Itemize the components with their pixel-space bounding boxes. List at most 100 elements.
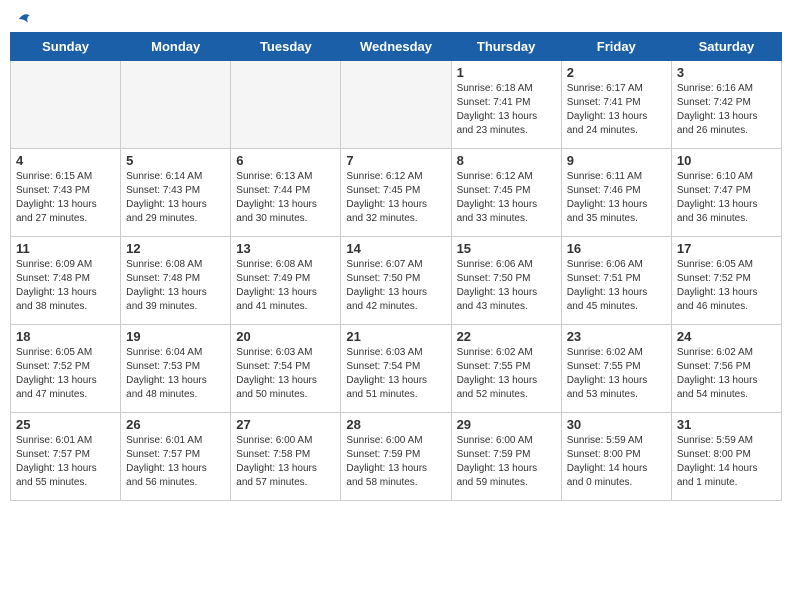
day-number: 30 bbox=[567, 417, 666, 432]
day-info: Sunrise: 6:03 AM Sunset: 7:54 PM Dayligh… bbox=[346, 346, 445, 402]
calendar-cell: 24Sunrise: 6:02 AM Sunset: 7:56 PM Dayli… bbox=[671, 325, 781, 413]
day-info: Sunrise: 6:02 AM Sunset: 7:55 PM Dayligh… bbox=[457, 346, 556, 402]
day-info: Sunrise: 6:03 AM Sunset: 7:54 PM Dayligh… bbox=[236, 346, 335, 402]
day-number: 6 bbox=[236, 153, 335, 168]
day-number: 12 bbox=[126, 241, 225, 256]
day-number: 20 bbox=[236, 329, 335, 344]
day-info: Sunrise: 6:11 AM Sunset: 7:46 PM Dayligh… bbox=[567, 170, 666, 226]
day-number: 4 bbox=[16, 153, 115, 168]
day-info: Sunrise: 6:06 AM Sunset: 7:50 PM Dayligh… bbox=[457, 258, 556, 314]
calendar-cell bbox=[231, 61, 341, 149]
day-number: 26 bbox=[126, 417, 225, 432]
day-number: 2 bbox=[567, 65, 666, 80]
calendar-cell: 11Sunrise: 6:09 AM Sunset: 7:48 PM Dayli… bbox=[11, 237, 121, 325]
calendar-cell: 30 Sunrise: 5:59 AM Sunset: 8:00 PM Dayli… bbox=[561, 413, 671, 501]
calendar-cell: 4 Sunrise: 6:15 AM Sunset: 7:43 PM Daylig… bbox=[11, 149, 121, 237]
calendar-cell: 5 Sunrise: 6:14 AM Sunset: 7:43 PM Daylig… bbox=[121, 149, 231, 237]
calendar-cell: 10 Sunrise: 6:10 AM Sunset: 7:47 PM Dayli… bbox=[671, 149, 781, 237]
day-info: Sunrise: 6:16 AM Sunset: 7:42 PM Dayligh… bbox=[677, 82, 776, 138]
logo bbox=[15, 10, 35, 24]
calendar-table: SundayMondayTuesdayWednesdayThursdayFrid… bbox=[10, 32, 782, 501]
day-number: 1 bbox=[457, 65, 556, 80]
calendar-cell: 2 Sunrise: 6:17 AM Sunset: 7:41 PM Daylig… bbox=[561, 61, 671, 149]
calendar-cell: 29 Sunrise: 6:00 AM Sunset: 7:59 PM Dayli… bbox=[451, 413, 561, 501]
day-info: Sunrise: 5:59 AM Sunset: 8:00 PM Dayligh… bbox=[677, 434, 776, 490]
day-info: Sunrise: 6:12 AM Sunset: 7:45 PM Dayligh… bbox=[457, 170, 556, 226]
calendar-cell: 23 Sunrise: 6:02 AM Sunset: 7:55 PM Dayli… bbox=[561, 325, 671, 413]
calendar-header-row: SundayMondayTuesdayWednesdayThursdayFrid… bbox=[11, 33, 782, 61]
day-header-thursday: Thursday bbox=[451, 33, 561, 61]
page-header bbox=[10, 10, 782, 24]
calendar-cell: 6 Sunrise: 6:13 AM Sunset: 7:44 PM Daylig… bbox=[231, 149, 341, 237]
day-number: 17 bbox=[677, 241, 776, 256]
calendar-cell: 28 Sunrise: 6:00 AM Sunset: 7:59 PM Dayli… bbox=[341, 413, 451, 501]
day-number: 13 bbox=[236, 241, 335, 256]
calendar-cell bbox=[121, 61, 231, 149]
calendar-cell: 16Sunrise: 6:06 AM Sunset: 7:51 PM Dayli… bbox=[561, 237, 671, 325]
day-info: Sunrise: 6:02 AM Sunset: 7:55 PM Dayligh… bbox=[567, 346, 666, 402]
day-number: 23 bbox=[567, 329, 666, 344]
week-row-5: 25 Sunrise: 6:01 AM Sunset: 7:57 PM Dayli… bbox=[11, 413, 782, 501]
calendar-cell: 7Sunrise: 6:12 AM Sunset: 7:45 PM Daylig… bbox=[341, 149, 451, 237]
calendar-cell: 31Sunrise: 5:59 AM Sunset: 8:00 PM Dayli… bbox=[671, 413, 781, 501]
calendar-cell: 13 Sunrise: 6:08 AM Sunset: 7:49 PM Dayli… bbox=[231, 237, 341, 325]
day-number: 25 bbox=[16, 417, 115, 432]
calendar-cell: 8Sunrise: 6:12 AM Sunset: 7:45 PM Daylig… bbox=[451, 149, 561, 237]
day-info: Sunrise: 6:09 AM Sunset: 7:48 PM Dayligh… bbox=[16, 258, 115, 314]
day-number: 19 bbox=[126, 329, 225, 344]
day-info: Sunrise: 6:01 AM Sunset: 7:57 PM Dayligh… bbox=[126, 434, 225, 490]
calendar-cell: 14 Sunrise: 6:07 AM Sunset: 7:50 PM Dayli… bbox=[341, 237, 451, 325]
calendar-cell: 17 Sunrise: 6:05 AM Sunset: 7:52 PM Dayli… bbox=[671, 237, 781, 325]
day-header-sunday: Sunday bbox=[11, 33, 121, 61]
day-info: Sunrise: 6:18 AM Sunset: 7:41 PM Dayligh… bbox=[457, 82, 556, 138]
day-info: Sunrise: 6:10 AM Sunset: 7:47 PM Dayligh… bbox=[677, 170, 776, 226]
day-info: Sunrise: 6:14 AM Sunset: 7:43 PM Dayligh… bbox=[126, 170, 225, 226]
day-header-friday: Friday bbox=[561, 33, 671, 61]
day-number: 27 bbox=[236, 417, 335, 432]
calendar-cell: 9Sunrise: 6:11 AM Sunset: 7:46 PM Daylig… bbox=[561, 149, 671, 237]
day-number: 14 bbox=[346, 241, 445, 256]
calendar-cell bbox=[341, 61, 451, 149]
day-number: 16 bbox=[567, 241, 666, 256]
day-info: Sunrise: 6:04 AM Sunset: 7:53 PM Dayligh… bbox=[126, 346, 225, 402]
day-number: 22 bbox=[457, 329, 556, 344]
day-number: 10 bbox=[677, 153, 776, 168]
day-info: Sunrise: 6:17 AM Sunset: 7:41 PM Dayligh… bbox=[567, 82, 666, 138]
day-number: 21 bbox=[346, 329, 445, 344]
day-header-wednesday: Wednesday bbox=[341, 33, 451, 61]
day-info: Sunrise: 6:05 AM Sunset: 7:52 PM Dayligh… bbox=[16, 346, 115, 402]
calendar-cell: 27 Sunrise: 6:00 AM Sunset: 7:58 PM Dayli… bbox=[231, 413, 341, 501]
day-info: Sunrise: 6:12 AM Sunset: 7:45 PM Dayligh… bbox=[346, 170, 445, 226]
day-info: Sunrise: 6:08 AM Sunset: 7:49 PM Dayligh… bbox=[236, 258, 335, 314]
calendar-cell: 1 Sunrise: 6:18 AM Sunset: 7:41 PM Daylig… bbox=[451, 61, 561, 149]
day-number: 15 bbox=[457, 241, 556, 256]
calendar-cell: 3Sunrise: 6:16 AM Sunset: 7:42 PM Daylig… bbox=[671, 61, 781, 149]
calendar-cell: 18 Sunrise: 6:05 AM Sunset: 7:52 PM Dayli… bbox=[11, 325, 121, 413]
day-number: 18 bbox=[16, 329, 115, 344]
day-number: 29 bbox=[457, 417, 556, 432]
calendar-cell: 22 Sunrise: 6:02 AM Sunset: 7:55 PM Dayli… bbox=[451, 325, 561, 413]
day-info: Sunrise: 5:59 AM Sunset: 8:00 PM Dayligh… bbox=[567, 434, 666, 490]
day-number: 24 bbox=[677, 329, 776, 344]
calendar-cell: 15 Sunrise: 6:06 AM Sunset: 7:50 PM Dayli… bbox=[451, 237, 561, 325]
day-info: Sunrise: 6:01 AM Sunset: 7:57 PM Dayligh… bbox=[16, 434, 115, 490]
calendar-cell bbox=[11, 61, 121, 149]
day-header-monday: Monday bbox=[121, 33, 231, 61]
day-header-saturday: Saturday bbox=[671, 33, 781, 61]
day-info: Sunrise: 6:00 AM Sunset: 7:59 PM Dayligh… bbox=[457, 434, 556, 490]
calendar-cell: 19 Sunrise: 6:04 AM Sunset: 7:53 PM Dayli… bbox=[121, 325, 231, 413]
day-info: Sunrise: 6:13 AM Sunset: 7:44 PM Dayligh… bbox=[236, 170, 335, 226]
day-info: Sunrise: 6:00 AM Sunset: 7:58 PM Dayligh… bbox=[236, 434, 335, 490]
day-number: 5 bbox=[126, 153, 225, 168]
day-number: 28 bbox=[346, 417, 445, 432]
day-info: Sunrise: 6:15 AM Sunset: 7:43 PM Dayligh… bbox=[16, 170, 115, 226]
week-row-2: 4 Sunrise: 6:15 AM Sunset: 7:43 PM Daylig… bbox=[11, 149, 782, 237]
calendar-cell: 21 Sunrise: 6:03 AM Sunset: 7:54 PM Dayli… bbox=[341, 325, 451, 413]
week-row-3: 11Sunrise: 6:09 AM Sunset: 7:48 PM Dayli… bbox=[11, 237, 782, 325]
day-info: Sunrise: 6:07 AM Sunset: 7:50 PM Dayligh… bbox=[346, 258, 445, 314]
day-header-tuesday: Tuesday bbox=[231, 33, 341, 61]
week-row-1: 1 Sunrise: 6:18 AM Sunset: 7:41 PM Daylig… bbox=[11, 61, 782, 149]
calendar-cell: 26 Sunrise: 6:01 AM Sunset: 7:57 PM Dayli… bbox=[121, 413, 231, 501]
day-info: Sunrise: 6:00 AM Sunset: 7:59 PM Dayligh… bbox=[346, 434, 445, 490]
day-info: Sunrise: 6:05 AM Sunset: 7:52 PM Dayligh… bbox=[677, 258, 776, 314]
